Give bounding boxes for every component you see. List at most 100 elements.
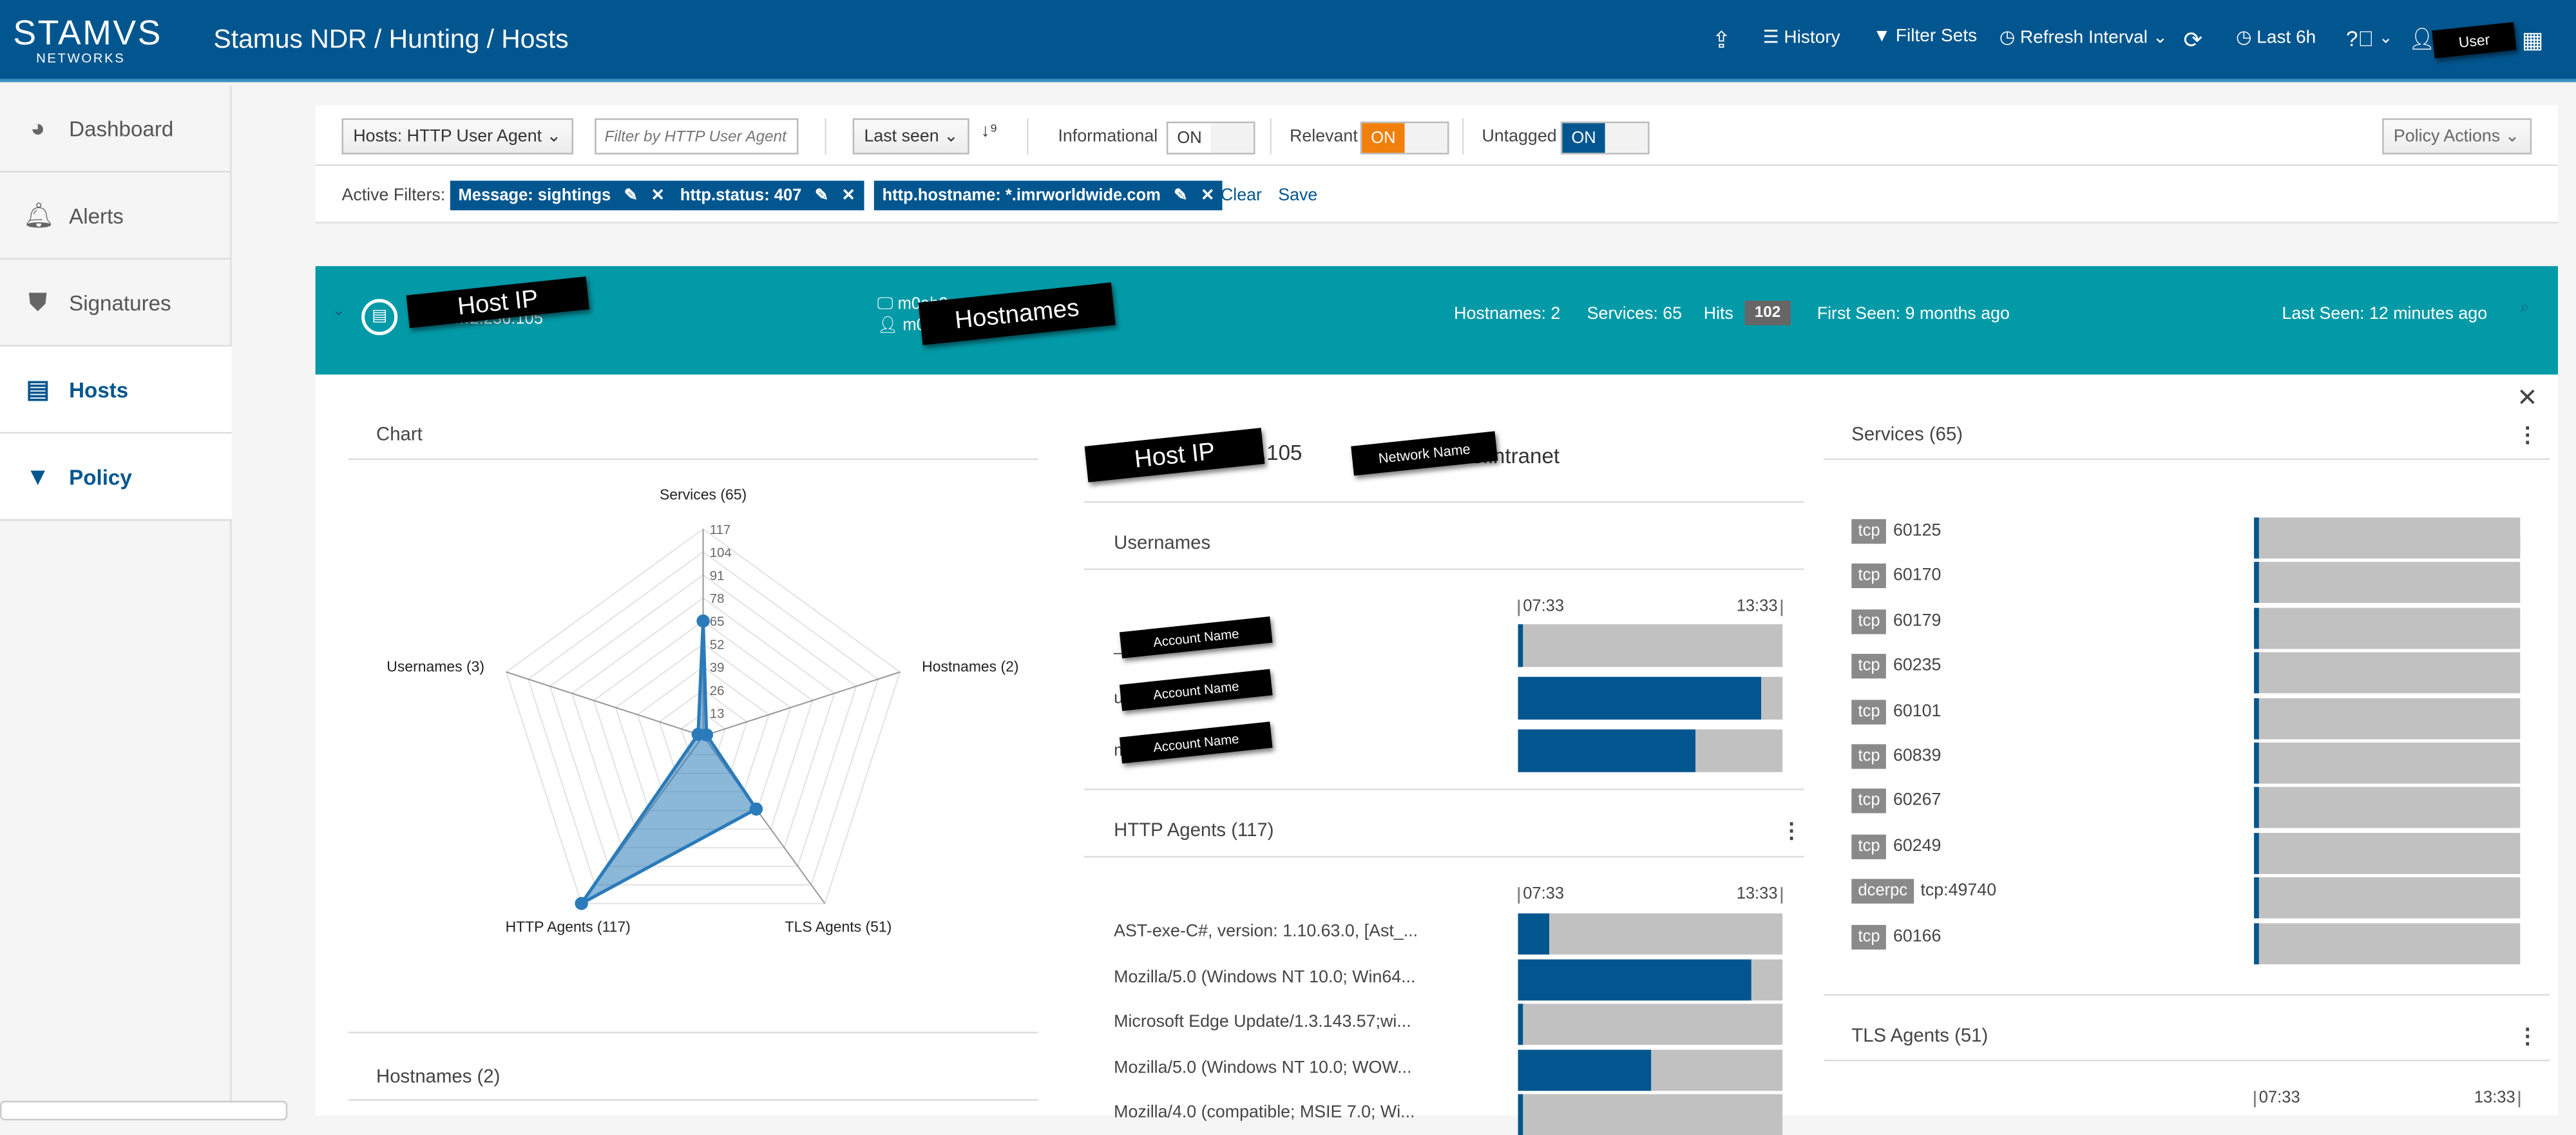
edit-icon[interactable]: ✎ [1174, 186, 1187, 204]
policy-actions-dropdown[interactable]: Policy Actions ⌄ [2382, 118, 2531, 155]
timeline-bar-fill [2254, 832, 2259, 874]
timeline-bar[interactable] [2254, 787, 2521, 829]
timeline-bar[interactable] [1518, 624, 1783, 667]
account-name-redaction: Account Name [1119, 669, 1273, 711]
sidebar-item-dashboard[interactable]: ◕ Dashboard [0, 86, 232, 173]
services-panel-title: Services (65) [1851, 425, 1963, 446]
list-icon: ☰ [1762, 28, 1779, 48]
search-icon[interactable]: ⌕ [2520, 299, 2529, 317]
timeline-bar[interactable] [2254, 697, 2521, 739]
http-agent-label[interactable]: Mozilla/5.0 (Windows NT 10.0; Win64... [1114, 967, 1415, 987]
chevron-down-icon: ⌄ [2504, 126, 2520, 146]
http-agent-label[interactable]: Microsoft Edge Update/1.3.143.57;wi... [1114, 1012, 1411, 1032]
radar-data-point[interactable] [691, 727, 705, 741]
service-item[interactable]: tcp 60125 [1851, 519, 1942, 544]
filter-sets-button[interactable]: ▼ Filter Sets [1873, 26, 1977, 46]
close-icon[interactable]: ✕ [651, 186, 664, 204]
service-port: 60249 [1893, 835, 1942, 856]
service-port: 60125 [1893, 520, 1942, 541]
untagged-toggle[interactable]: ON [1560, 121, 1650, 155]
host-card-header[interactable]: ⌄ ▤ …2.236.105 Host IP 🖵︎ m0ah2… 👤︎ m0 H… [315, 266, 2558, 375]
filter-chip[interactable]: http.hostname: *.imrworldwide.com ✎ ✕ [873, 180, 1223, 211]
save-filters-link[interactable]: Save [1278, 186, 1317, 205]
sidebar-item-hosts[interactable]: ▤ Hosts [0, 347, 232, 434]
more-options-icon[interactable]: ⋮ [2517, 422, 2538, 448]
more-options-icon[interactable]: ⋮ [1781, 818, 1802, 844]
radar-axis-label: Usernames (3) [386, 658, 484, 674]
stamus-logo[interactable]: STAMVS NETWORKS [13, 17, 162, 66]
apps-grid-icon[interactable]: ▦ [2522, 26, 2544, 54]
account-name-redaction: Account Name [1119, 721, 1273, 764]
refresh-icon[interactable]: ⟳ [2183, 26, 2202, 54]
http-agent-label[interactable]: Mozilla/5.0 (Windows NT 10.0; WOW... [1114, 1057, 1411, 1077]
service-item[interactable]: tcp 60170 [1851, 564, 1941, 589]
service-item[interactable]: tcp 60101 [1851, 699, 1941, 724]
timeline-bar[interactable] [2254, 652, 2521, 694]
time-axis-start: 07:33 [2254, 1090, 2300, 1107]
radar-data-point[interactable] [696, 614, 710, 628]
radar-tick-label: 13 [710, 707, 725, 721]
more-options-icon[interactable]: ⋮ [2517, 1024, 2538, 1050]
time-axis-end: 13:33 [1730, 599, 1783, 616]
user-icon: 👤︎ [877, 317, 899, 336]
help-dropdown[interactable]: ?⃝ ⌄ [2346, 26, 2392, 51]
clear-filters-link[interactable]: Clear [1221, 186, 1262, 205]
sidebar-item-policy[interactable]: ▼ Policy [0, 434, 232, 521]
refresh-interval-dropdown[interactable]: ◷ Refresh Interval ⌄ [1999, 26, 2168, 48]
timeline-bar[interactable] [1518, 676, 1783, 720]
filter-input[interactable] [595, 118, 799, 155]
service-port: 60267 [1893, 790, 1942, 811]
service-item[interactable]: tcp 60249 [1851, 834, 1942, 859]
timeline-bar[interactable] [1518, 1004, 1783, 1045]
timeline-bar[interactable] [2254, 607, 2521, 649]
service-item[interactable]: tcp 60839 [1851, 744, 1941, 769]
radar-data-point[interactable] [575, 897, 588, 910]
upload-icon[interactable]: ⇪ [1712, 26, 1732, 54]
timeline-bar[interactable] [1518, 729, 1783, 772]
timeline-bar[interactable] [1518, 959, 1783, 1000]
timeline-bar[interactable] [2254, 832, 2521, 874]
service-item[interactable]: tcp 60267 [1851, 789, 1942, 814]
edit-icon[interactable]: ✎ [815, 186, 828, 204]
radar-tick-label: 39 [710, 661, 725, 675]
timeline-bar[interactable] [1518, 1094, 1783, 1135]
timeline-bar-fill [2254, 922, 2259, 964]
bell-icon: 🔔︎ [23, 202, 55, 231]
http-agents-panel-title: HTTP Agents (117) [1114, 821, 1274, 841]
filter-chip[interactable]: Message: sightings ✎ ✕ [450, 180, 673, 211]
sidebar-item-signatures[interactable]: ⛊ Signatures [0, 260, 232, 347]
service-item[interactable]: tcp 60235 [1851, 654, 1941, 679]
sidebar-item-alerts[interactable]: 🔔︎ Alerts [0, 173, 232, 260]
radar-tick-label: 117 [710, 523, 731, 537]
service-item[interactable]: tcp 60179 [1851, 609, 1941, 634]
timeline-bar[interactable] [2254, 922, 2521, 964]
sort-select[interactable]: Last seen ⌄ [852, 118, 970, 155]
close-icon[interactable]: ✕ [2517, 383, 2537, 412]
time-range-button[interactable]: ◷ Last 6h [2236, 26, 2316, 48]
filter-chip[interactable]: http.status: 407 ✎ ✕ [672, 180, 864, 211]
protocol-badge: tcp [1851, 654, 1887, 679]
timeline-bar[interactable] [1518, 913, 1783, 955]
timeline-bar[interactable] [1518, 1049, 1783, 1091]
timeline-bar[interactable] [2254, 517, 2521, 559]
close-icon[interactable]: ✕ [842, 186, 855, 204]
timeline-bar[interactable] [2254, 742, 2521, 784]
informational-toggle[interactable]: ON [1166, 121, 1255, 155]
close-icon[interactable]: ✕ [1201, 186, 1214, 204]
relevant-toggle[interactable]: ON [1360, 121, 1449, 155]
radar-data-point[interactable] [749, 802, 763, 816]
timeline-bar-fill [2254, 652, 2259, 694]
chevron-down-icon[interactable]: ⌄ [332, 302, 345, 320]
hosts-select[interactable]: Hosts: HTTP User Agent ⌄ [341, 118, 573, 155]
history-button[interactable]: ☰ History [1763, 26, 1840, 48]
timeline-bar-fill [2254, 787, 2259, 829]
service-item[interactable]: tcp 60166 [1851, 924, 1941, 949]
http-agent-label[interactable]: Mozilla/4.0 (compatible; MSIE 7.0; Wi... [1114, 1102, 1415, 1122]
tls-agents-panel-title: TLS Agents (51) [1851, 1027, 1989, 1047]
service-item[interactable]: dcerpc tcp:49740 [1851, 879, 1996, 904]
http-agent-label[interactable]: AST-exe-C#, version: 1.10.63.0, [Ast_... [1114, 922, 1418, 942]
timeline-bar[interactable] [2254, 562, 2521, 604]
sort-order-icon[interactable]: ↓⁹ [981, 122, 998, 142]
edit-icon[interactable]: ✎ [624, 186, 638, 204]
timeline-bar[interactable] [2254, 877, 2521, 919]
